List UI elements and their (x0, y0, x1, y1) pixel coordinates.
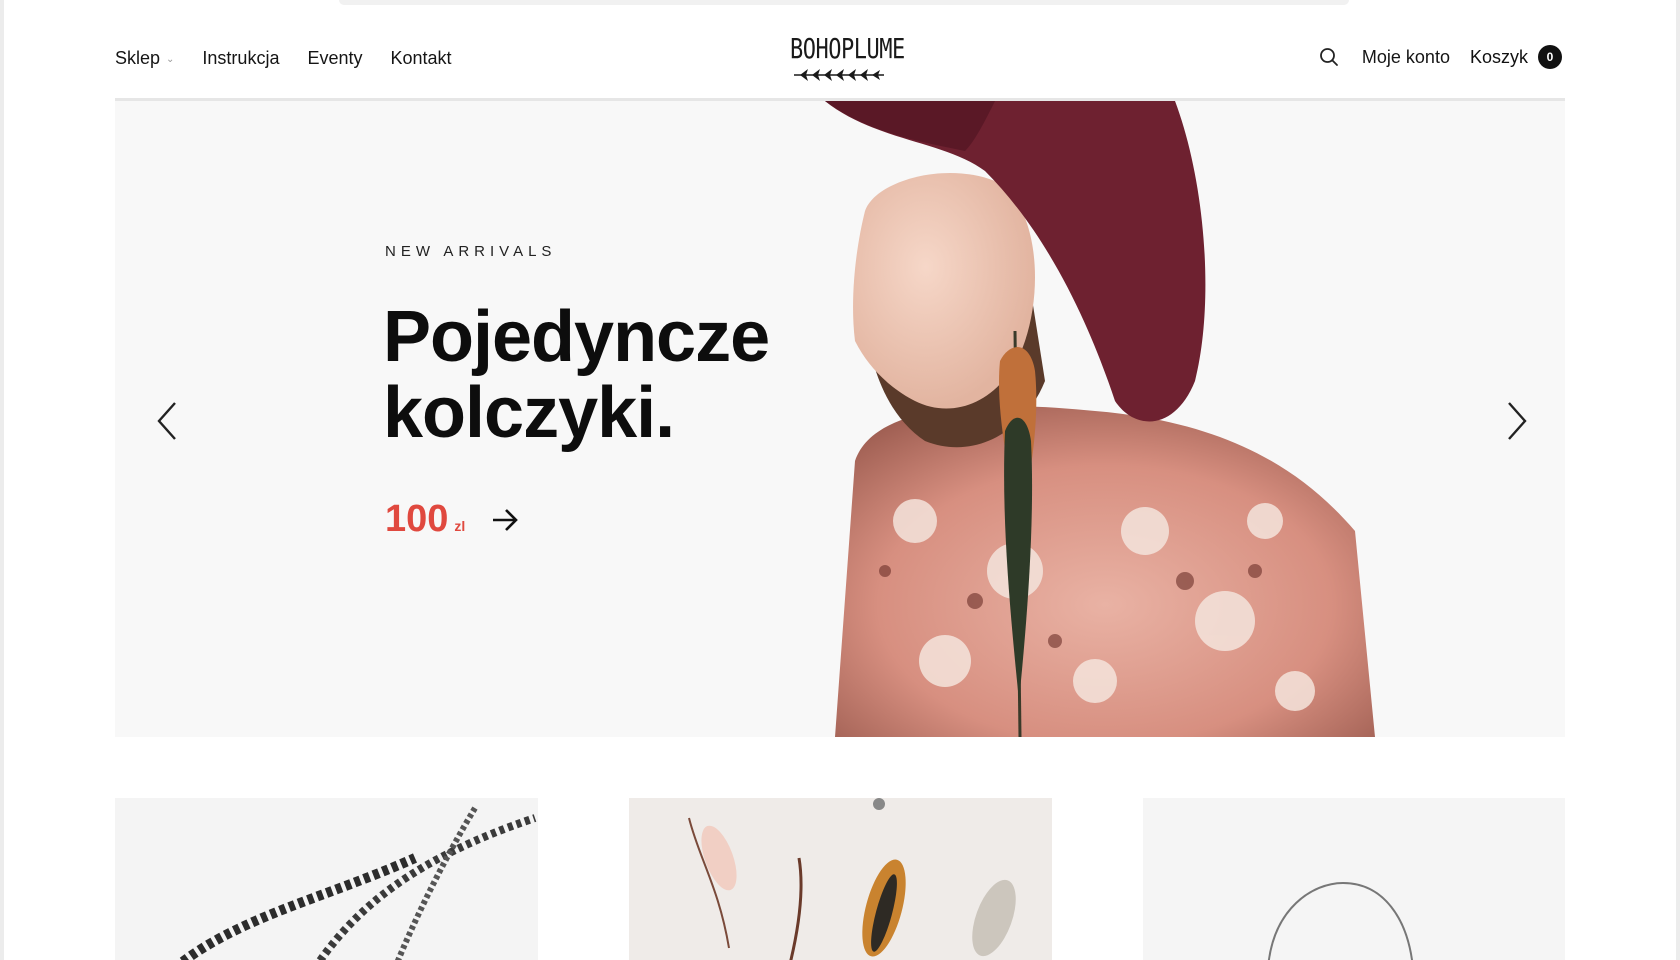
nav-item-eventy[interactable]: Eventy (307, 48, 362, 69)
search-icon[interactable] (1316, 44, 1342, 70)
page: Sklep ⌄ Instrukcja Eventy Kontakt BOHOPL… (4, 0, 1676, 960)
hero-slider: NEW ARRIVALS Pojedyncze kolczyki. 100 zl (115, 101, 1565, 737)
cart-button[interactable]: Koszyk 0 (1470, 45, 1562, 69)
cart-count-badge: 0 (1538, 45, 1562, 69)
main-nav: Sklep ⌄ Instrukcja Eventy Kontakt (115, 48, 452, 69)
hero-title: Pojedyncze kolczyki. (383, 297, 770, 453)
price-value: 100 (385, 498, 449, 540)
product-tile[interactable] (1143, 798, 1565, 960)
nav-item-instrukcja[interactable]: Instrukcja (202, 48, 279, 69)
chevron-left-icon[interactable] (153, 399, 183, 443)
hero-title-line: kolczyki. (383, 373, 675, 453)
logo-text: BOHOPLUME (790, 34, 905, 66)
arrow-right-icon[interactable] (489, 506, 521, 534)
chevron-right-icon[interactable] (1501, 399, 1531, 443)
hero-model-photo (825, 101, 1375, 737)
chevron-down-icon: ⌄ (166, 54, 175, 65)
nav-item-label: Kontakt (390, 48, 452, 68)
cart-label: Koszyk (1469, 46, 1528, 67)
product-image (688, 798, 1016, 960)
hero-eyebrow: NEW ARRIVALS (385, 243, 557, 260)
account-link[interactable]: Moje konto (1362, 47, 1450, 68)
product-image (177, 806, 537, 960)
nav-item-label: Eventy (307, 48, 363, 68)
nav-item-kontakt[interactable]: Kontakt (390, 48, 451, 69)
price-currency: zl (454, 518, 466, 534)
product-tile[interactable] (115, 798, 538, 960)
hero-title-line: Pojedyncze (383, 297, 770, 377)
site-logo[interactable]: BOHOPLUME (790, 34, 905, 86)
site-header: Sklep ⌄ Instrukcja Eventy Kontakt BOHOPL… (4, 0, 1676, 101)
nav-item-sklep[interactable]: Sklep ⌄ (115, 48, 174, 69)
product-tile[interactable] (629, 798, 1052, 960)
nav-item-label: Instrukcja (202, 48, 280, 68)
hero-price: 100 zl (385, 498, 521, 541)
feather-logo-icon (794, 69, 884, 81)
header-actions: Moje konto Koszyk 0 (1316, 44, 1562, 70)
nav-item-label: Sklep (115, 48, 161, 68)
product-image (1268, 881, 1413, 960)
